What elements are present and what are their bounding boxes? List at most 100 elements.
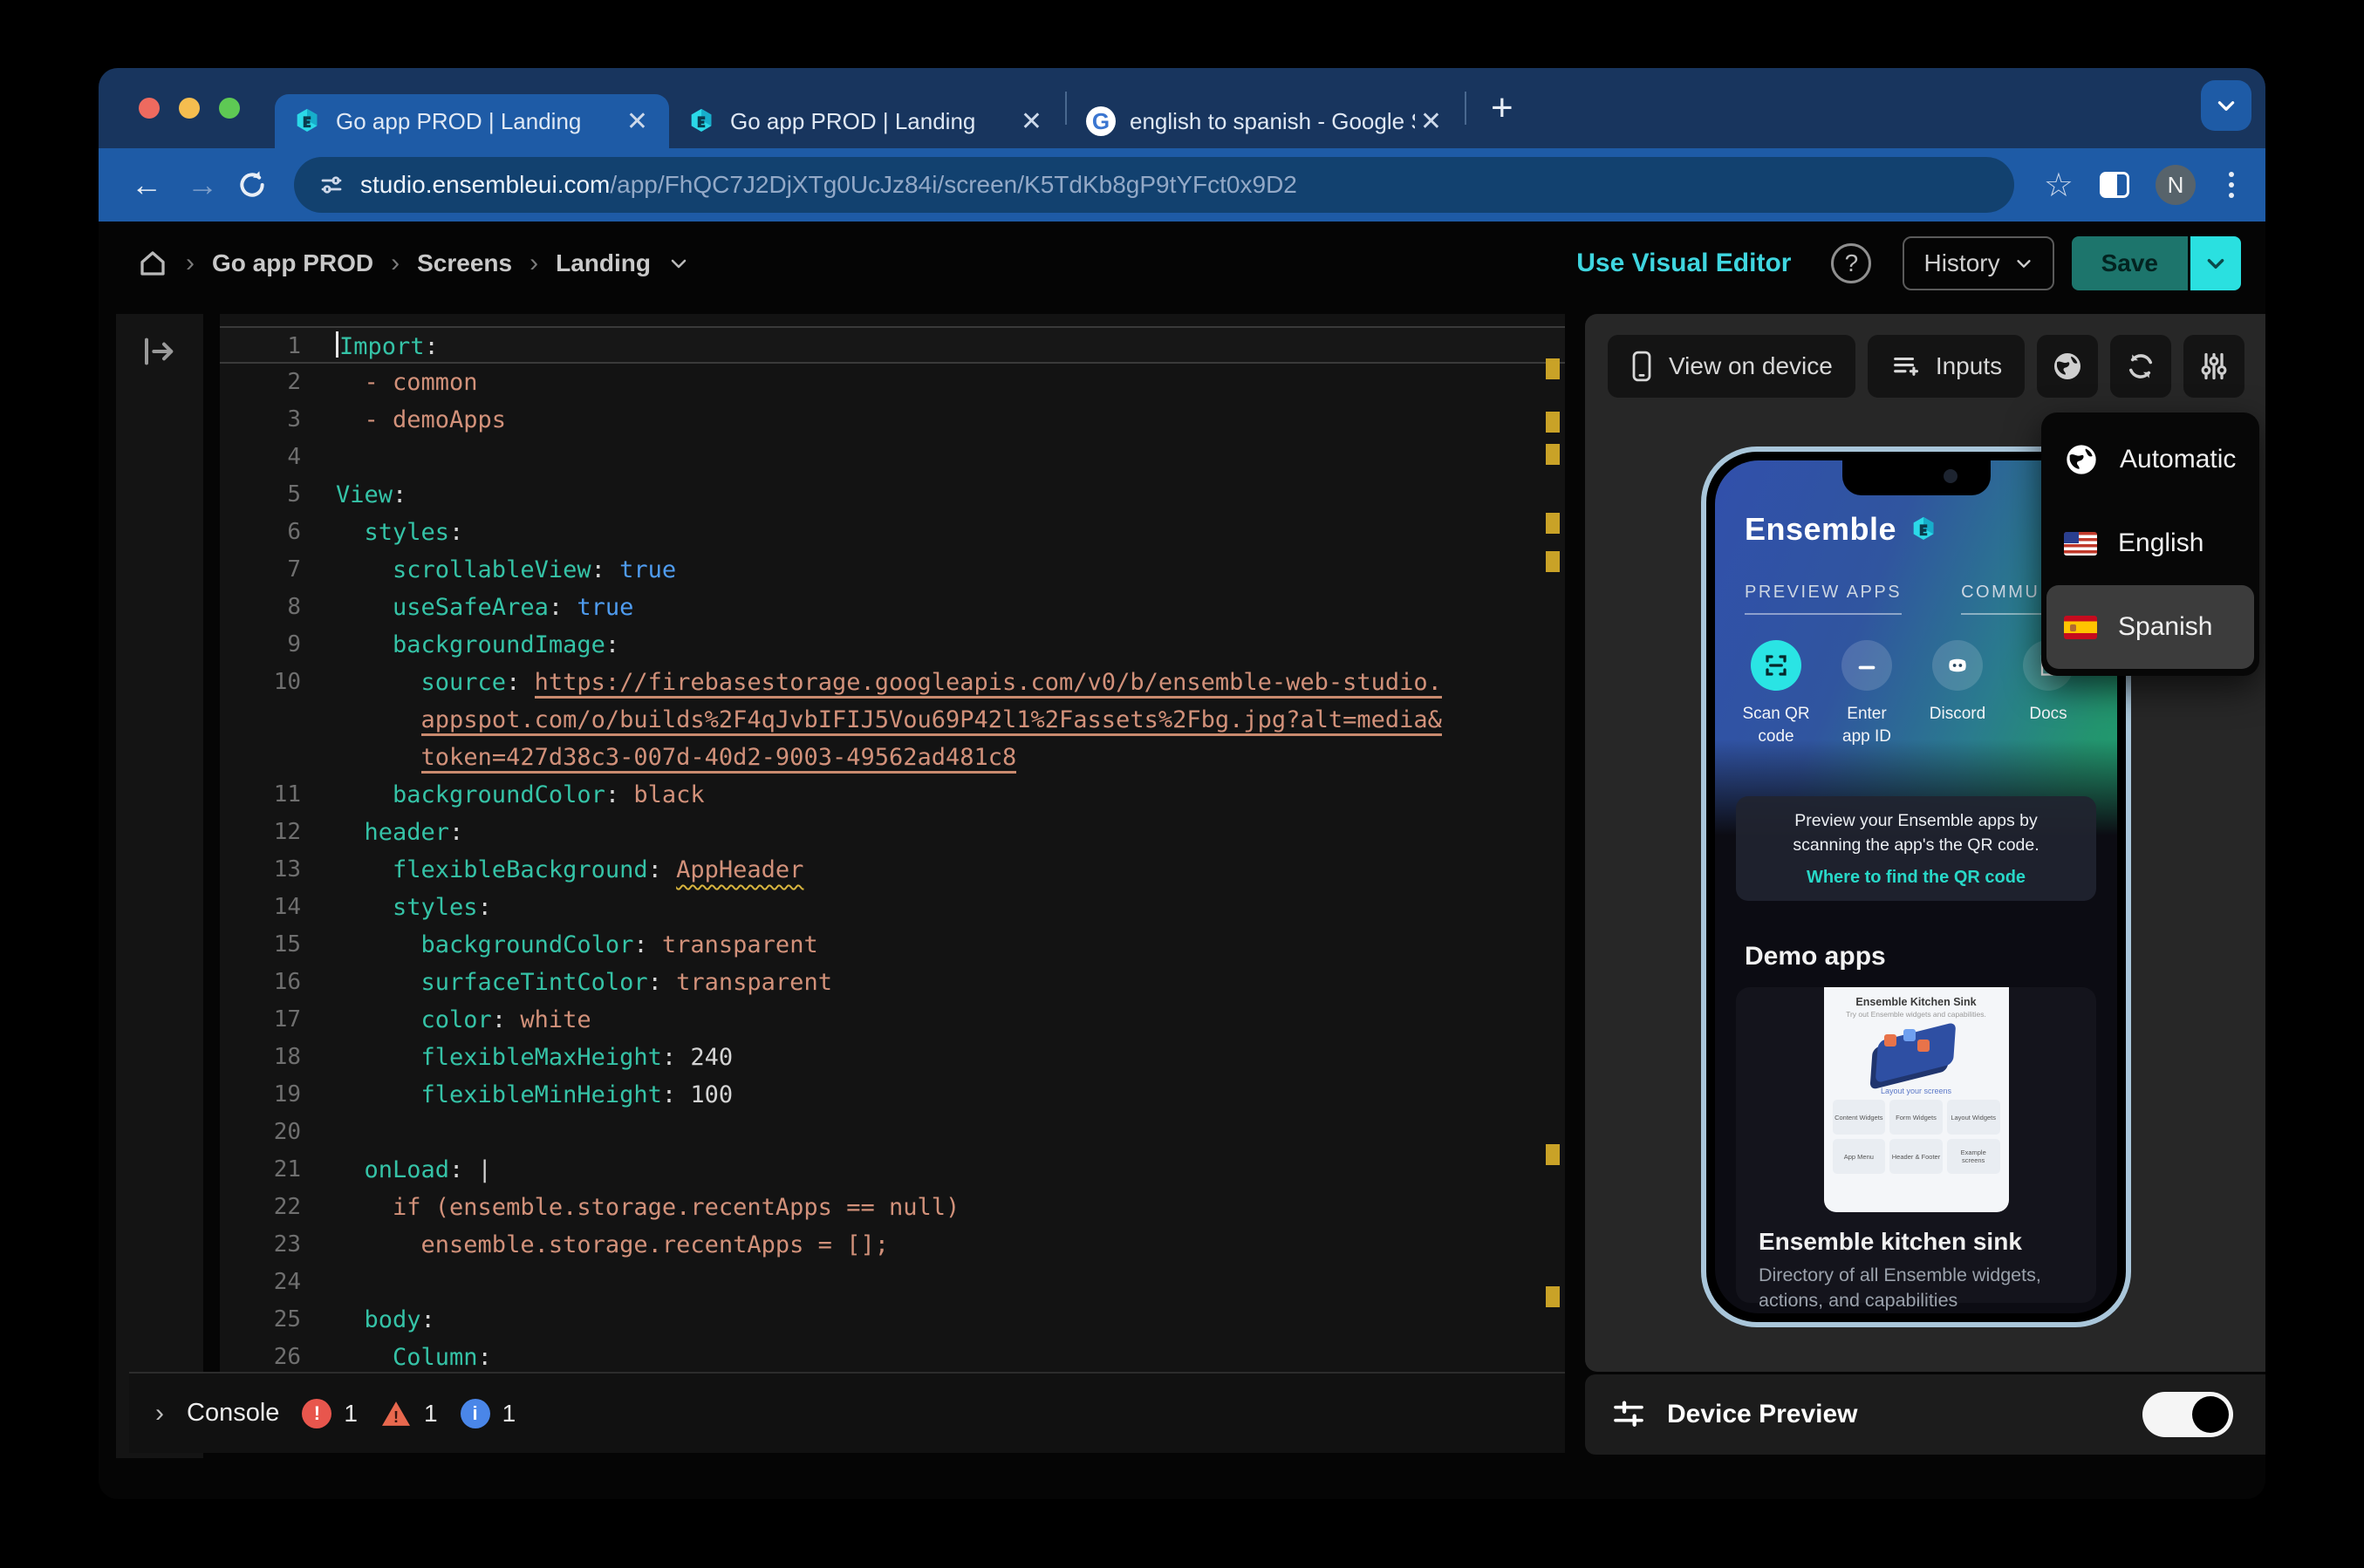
enter-app-id-action[interactable]: Enter app ID — [1821, 640, 1912, 747]
tab-close-icon[interactable]: ✕ — [621, 106, 653, 137]
device-preview-toggle[interactable] — [2142, 1392, 2233, 1437]
expand-panel-icon[interactable] — [142, 337, 177, 366]
tab-title: Go app PROD | Landing — [730, 107, 976, 134]
line-number: 12 — [273, 819, 301, 845]
tab-separator — [1065, 92, 1067, 125]
line-number: 25 — [273, 1306, 301, 1333]
code-row[interactable]: 13 flexibleBackground: AppHeader — [220, 851, 1565, 889]
tab-close-icon[interactable]: ✕ — [1015, 106, 1048, 137]
spain-flag-icon — [2064, 615, 2097, 639]
history-button[interactable]: History — [1903, 236, 2054, 290]
tab-google-search[interactable]: G english to spanish - Google S ✕ — [1069, 94, 1463, 148]
tab-close-icon[interactable]: ✕ — [1415, 106, 1447, 137]
home-icon[interactable] — [137, 248, 168, 279]
breadcrumb-screen-name[interactable]: Landing — [556, 249, 651, 277]
console-bar[interactable]: › Console ! 1 ! 1 i 1 — [129, 1372, 1565, 1453]
code-row[interactable]: 16 surfaceTintColor: transparent — [220, 964, 1565, 1001]
code-row[interactable]: appspot.com/o/builds%2F4qJvbIFIJ5Vou69P4… — [220, 701, 1565, 739]
forward-icon[interactable]: → — [179, 167, 226, 203]
dropdown-item-english[interactable]: English — [2046, 501, 2254, 585]
help-icon[interactable]: ? — [1831, 243, 1872, 283]
ensemble-favicon — [691, 108, 712, 133]
code-text: surfaceTintColor: transparent — [336, 969, 832, 996]
code-row[interactable]: 12 header: — [220, 814, 1565, 851]
tab-title: english to spanish - Google S — [1130, 107, 1415, 134]
console-expand-icon[interactable]: › — [155, 1399, 164, 1428]
tab-title: Go app PROD | Landing — [336, 107, 582, 134]
code-row[interactable]: 8 useSafeArea: true — [220, 589, 1565, 626]
code-row[interactable]: 21 onLoad: | — [220, 1151, 1565, 1189]
save-split-button: Save — [2071, 236, 2241, 290]
code-row[interactable]: 2 - common — [220, 364, 1565, 401]
ruler-marker — [1546, 412, 1560, 433]
code-row[interactable]: 22 if (ensemble.storage.recentApps == nu… — [220, 1189, 1565, 1226]
refresh-button[interactable] — [2110, 335, 2172, 398]
minimize-window-button[interactable] — [179, 98, 200, 119]
tab-preview-apps[interactable]: PREVIEW APPS — [1745, 583, 1903, 615]
code-row[interactable]: 15 backgroundColor: transparent — [220, 926, 1565, 964]
discord-icon[interactable] — [1932, 640, 1983, 691]
code-row[interactable]: 23 ensemble.storage.recentApps = []; — [220, 1226, 1565, 1264]
scan-qr-action[interactable]: Scan QR code — [1731, 640, 1821, 747]
code-row[interactable]: 4 — [220, 439, 1565, 476]
qr-help-link[interactable]: Where to find the QR code — [1807, 868, 2026, 888]
window-controls[interactable] — [99, 68, 275, 148]
browser-menu-icon[interactable] — [2222, 172, 2241, 198]
code-row[interactable]: 10 source: https://firebasestorage.googl… — [220, 664, 1565, 701]
reload-icon[interactable] — [235, 167, 270, 202]
code-row[interactable]: 7 scrollableView: true — [220, 551, 1565, 589]
code-row[interactable]: 5 View: — [220, 476, 1565, 514]
dropdown-item-spanish[interactable]: Spanish — [2046, 585, 2254, 669]
code-row[interactable]: 19 flexibleMinHeight: 100 — [220, 1076, 1565, 1114]
code-row[interactable]: 25 body: — [220, 1301, 1565, 1339]
line-number: 20 — [273, 1119, 301, 1145]
line-number: 10 — [273, 669, 301, 695]
chevron-down-icon[interactable] — [668, 253, 689, 274]
code-editor[interactable]: 1 Import: 2 - common 3 - demoApps 4 5 View: 6 s… — [220, 314, 1565, 1372]
tab-go-app-prod-2[interactable]: Go app PROD | Landing ✕ — [669, 94, 1063, 148]
code-row[interactable]: 26 Column: — [220, 1339, 1565, 1372]
profile-avatar[interactable]: N — [2156, 165, 2196, 205]
tab-go-app-prod-1[interactable]: Go app PROD | Landing ✕ — [275, 94, 669, 148]
code-lines: 1 Import: 2 - common 3 - demoApps 4 5 View: 6 s… — [220, 314, 1565, 1372]
code-row[interactable]: 9 backgroundImage: — [220, 626, 1565, 664]
code-row[interactable]: 1 Import: — [220, 326, 1565, 364]
code-row[interactable]: 11 backgroundColor: black — [220, 776, 1565, 814]
new-tab-button[interactable]: + — [1468, 86, 1536, 130]
zoom-window-button[interactable] — [219, 98, 240, 119]
breadcrumb-screens[interactable]: Screens — [417, 249, 512, 277]
qr-scan-icon[interactable] — [1751, 640, 1801, 691]
left-sidebar-collapsed — [116, 314, 203, 1458]
code-row[interactable]: 14 styles: — [220, 889, 1565, 926]
use-visual-editor-link[interactable]: Use Visual Editor — [1576, 249, 1791, 278]
save-button[interactable]: Save — [2071, 236, 2188, 290]
close-window-button[interactable] — [139, 98, 160, 119]
tile: Header & Footer — [1889, 1139, 1943, 1174]
code-text: backgroundColor: black — [336, 781, 705, 808]
save-options-button[interactable] — [2190, 236, 2241, 290]
discord-action[interactable]: Discord — [1912, 640, 2003, 747]
code-row[interactable]: 6 styles: — [220, 514, 1565, 551]
tab-search-chevron-button[interactable] — [2201, 80, 2251, 131]
address-bar[interactable]: studio.ensembleui.com/app/FhQC7J2DjXTg0U… — [294, 157, 2014, 213]
side-panel-icon[interactable] — [2100, 172, 2129, 198]
inputs-button[interactable]: Inputs — [1867, 335, 2026, 398]
code-row[interactable]: 24 — [220, 1264, 1565, 1301]
demo-app-card[interactable]: Ensemble Kitchen Sink Try out Ensemble w… — [1736, 987, 2096, 1311]
code-row[interactable]: 18 flexibleMaxHeight: 240 — [220, 1039, 1565, 1076]
bookmark-star-icon[interactable]: ☆ — [2044, 166, 2074, 205]
code-text: scrollableView: true — [336, 556, 677, 583]
code-row[interactable]: 3 - demoApps — [220, 401, 1565, 439]
breadcrumb-app[interactable]: Go app PROD — [212, 249, 373, 277]
language-button[interactable] — [2037, 335, 2099, 398]
ruler-marker — [1546, 1144, 1560, 1165]
dash-icon[interactable] — [1841, 640, 1892, 691]
back-icon[interactable]: ← — [123, 167, 170, 203]
code-row[interactable]: 20 — [220, 1114, 1565, 1151]
preview-settings-button[interactable] — [2183, 335, 2245, 398]
site-settings-icon[interactable] — [318, 172, 345, 198]
code-row[interactable]: 17 color: white — [220, 1001, 1565, 1039]
dropdown-item-automatic[interactable]: Automatic — [2046, 418, 2254, 501]
code-row[interactable]: token=427d38c3-007d-40d2-9003-49562ad481… — [220, 739, 1565, 776]
view-on-device-button[interactable]: View on device — [1608, 335, 1855, 398]
